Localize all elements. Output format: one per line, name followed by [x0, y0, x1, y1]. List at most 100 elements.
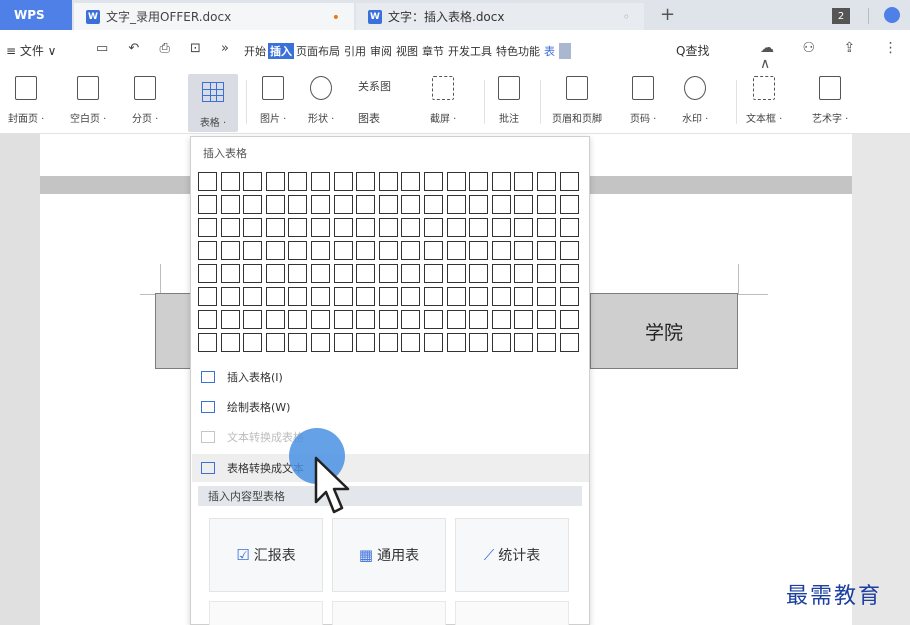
table-grid-cell[interactable]: [333, 218, 353, 237]
table-grid-cell[interactable]: [514, 310, 534, 329]
quick-access-icons[interactable]: ▭ ↶ ⎙ ⊡ »: [96, 41, 237, 56]
table-grid-cell[interactable]: [378, 333, 398, 352]
insert-table-menu-item[interactable]: 插入表格(I): [201, 366, 283, 388]
blank-page-button[interactable]: 空白页 ·: [70, 76, 106, 125]
table-grid-cell[interactable]: [446, 264, 466, 283]
table-grid-cell[interactable]: [310, 195, 330, 214]
table-grid-cell[interactable]: [220, 172, 240, 191]
table-grid-cell[interactable]: [243, 264, 263, 283]
table-grid-cell[interactable]: [198, 333, 217, 352]
table-grid-cell[interactable]: [265, 287, 285, 306]
more-tabs-button[interactable]: [559, 43, 571, 59]
table-grid-cell[interactable]: [310, 172, 330, 191]
table-grid-cell[interactable]: [423, 241, 443, 260]
menu-right-icons[interactable]: ☁ ⚇ ⇪ ⋮ ∧: [760, 40, 910, 72]
table-grid-cell[interactable]: [310, 310, 330, 329]
table-grid-cell[interactable]: [401, 310, 421, 329]
table-grid-cell[interactable]: [559, 264, 579, 283]
table-grid-cell[interactable]: [333, 333, 353, 352]
table-grid-cell[interactable]: [491, 264, 511, 283]
tab-table[interactable]: 表: [542, 43, 557, 59]
template-card[interactable]: [455, 601, 569, 625]
table-grid-cell[interactable]: [559, 310, 579, 329]
general-table-card[interactable]: ▦ 通用表: [332, 518, 446, 592]
table-grid-cell[interactable]: [378, 241, 398, 260]
table-grid-cell[interactable]: [378, 218, 398, 237]
table-grid-cell[interactable]: [220, 310, 240, 329]
table-grid-cell[interactable]: [333, 241, 353, 260]
template-card[interactable]: [209, 601, 323, 625]
table-grid-cell[interactable]: [243, 287, 263, 306]
table-grid-cell[interactable]: [243, 218, 263, 237]
table-grid-cell[interactable]: [265, 172, 285, 191]
page-number-button[interactable]: 页码 ·: [630, 76, 656, 125]
table-grid-cell[interactable]: [536, 310, 556, 329]
table-grid-cell[interactable]: [265, 195, 285, 214]
table-grid-cell[interactable]: [198, 218, 217, 237]
table-grid-cell[interactable]: [401, 333, 421, 352]
table-grid-cell[interactable]: [446, 195, 466, 214]
table-grid-cell[interactable]: [310, 287, 330, 306]
table-grid-cell[interactable]: [333, 287, 353, 306]
table-grid-cell[interactable]: [559, 172, 579, 191]
table-grid-cell[interactable]: [446, 287, 466, 306]
table-grid-cell[interactable]: [491, 333, 511, 352]
table-grid-cell[interactable]: [310, 218, 330, 237]
table-grid-cell[interactable]: [220, 241, 240, 260]
comment-button[interactable]: 批注: [498, 76, 520, 125]
avatar[interactable]: [884, 7, 900, 23]
file-menu[interactable]: ≡ 文件 ∨: [6, 42, 56, 59]
table-grid-cell[interactable]: [536, 241, 556, 260]
table-grid-cell[interactable]: [220, 264, 240, 283]
table-grid-cell[interactable]: [491, 218, 511, 237]
table-grid-cell[interactable]: [288, 195, 308, 214]
table-grid-cell[interactable]: [446, 310, 466, 329]
table-grid-cell[interactable]: [220, 218, 240, 237]
screenshot-button[interactable]: 截屏 ·: [430, 76, 456, 125]
table-grid-cell[interactable]: [559, 241, 579, 260]
cover-page-button[interactable]: 封面页 ·: [8, 76, 44, 125]
table-grid-cell[interactable]: [401, 172, 421, 191]
draw-table-menu-item[interactable]: 绘制表格(W): [201, 396, 290, 418]
table-grid-cell[interactable]: [514, 333, 534, 352]
table-grid-cell[interactable]: [423, 310, 443, 329]
chart-button[interactable]: 图表: [358, 110, 380, 126]
tab-offer-doc[interactable]: W 文字_录用OFFER.docx •: [74, 3, 354, 30]
table-grid-cell[interactable]: [310, 264, 330, 283]
table-grid-cell[interactable]: [243, 241, 263, 260]
tab-review[interactable]: 审阅: [368, 43, 394, 59]
shape-button[interactable]: 形状 ·: [308, 76, 334, 125]
word-art-button[interactable]: 艺术字 ·: [812, 76, 848, 125]
tab-view[interactable]: 视图: [394, 43, 420, 59]
table-grid-cell[interactable]: [198, 287, 217, 306]
table-grid-cell[interactable]: [310, 333, 330, 352]
table-grid-cell[interactable]: [333, 195, 353, 214]
table-grid-cell[interactable]: [378, 172, 398, 191]
table-grid-cell[interactable]: [559, 287, 579, 306]
table-grid-cell[interactable]: [356, 287, 376, 306]
table-grid-cell[interactable]: [198, 172, 217, 191]
table-grid-cell[interactable]: [491, 287, 511, 306]
table-grid-cell[interactable]: [243, 195, 263, 214]
tab-special[interactable]: 特色功能: [494, 43, 542, 59]
table-grid-cell[interactable]: [401, 218, 421, 237]
table-grid-cell[interactable]: [265, 264, 285, 283]
table-grid-cell[interactable]: [514, 264, 534, 283]
tab-developer[interactable]: 开发工具: [446, 43, 494, 59]
table-grid-cell[interactable]: [469, 218, 489, 237]
table-grid-cell[interactable]: [469, 264, 489, 283]
table-grid-cell[interactable]: [356, 333, 376, 352]
table-grid-cell[interactable]: [243, 172, 263, 191]
table-grid-cell[interactable]: [356, 172, 376, 191]
table-grid-cell[interactable]: [514, 287, 534, 306]
table-grid-cell[interactable]: [469, 195, 489, 214]
table-grid-cell[interactable]: [423, 333, 443, 352]
page-break-button[interactable]: 分页 ·: [132, 76, 158, 125]
table-grid-cell[interactable]: [514, 241, 534, 260]
table-grid-cell[interactable]: [220, 287, 240, 306]
table-grid-cell[interactable]: [446, 333, 466, 352]
table-grid-cell[interactable]: [198, 241, 217, 260]
table-grid-cell[interactable]: [514, 195, 534, 214]
picture-button[interactable]: 图片 ·: [260, 76, 286, 125]
table-grid-cell[interactable]: [446, 218, 466, 237]
